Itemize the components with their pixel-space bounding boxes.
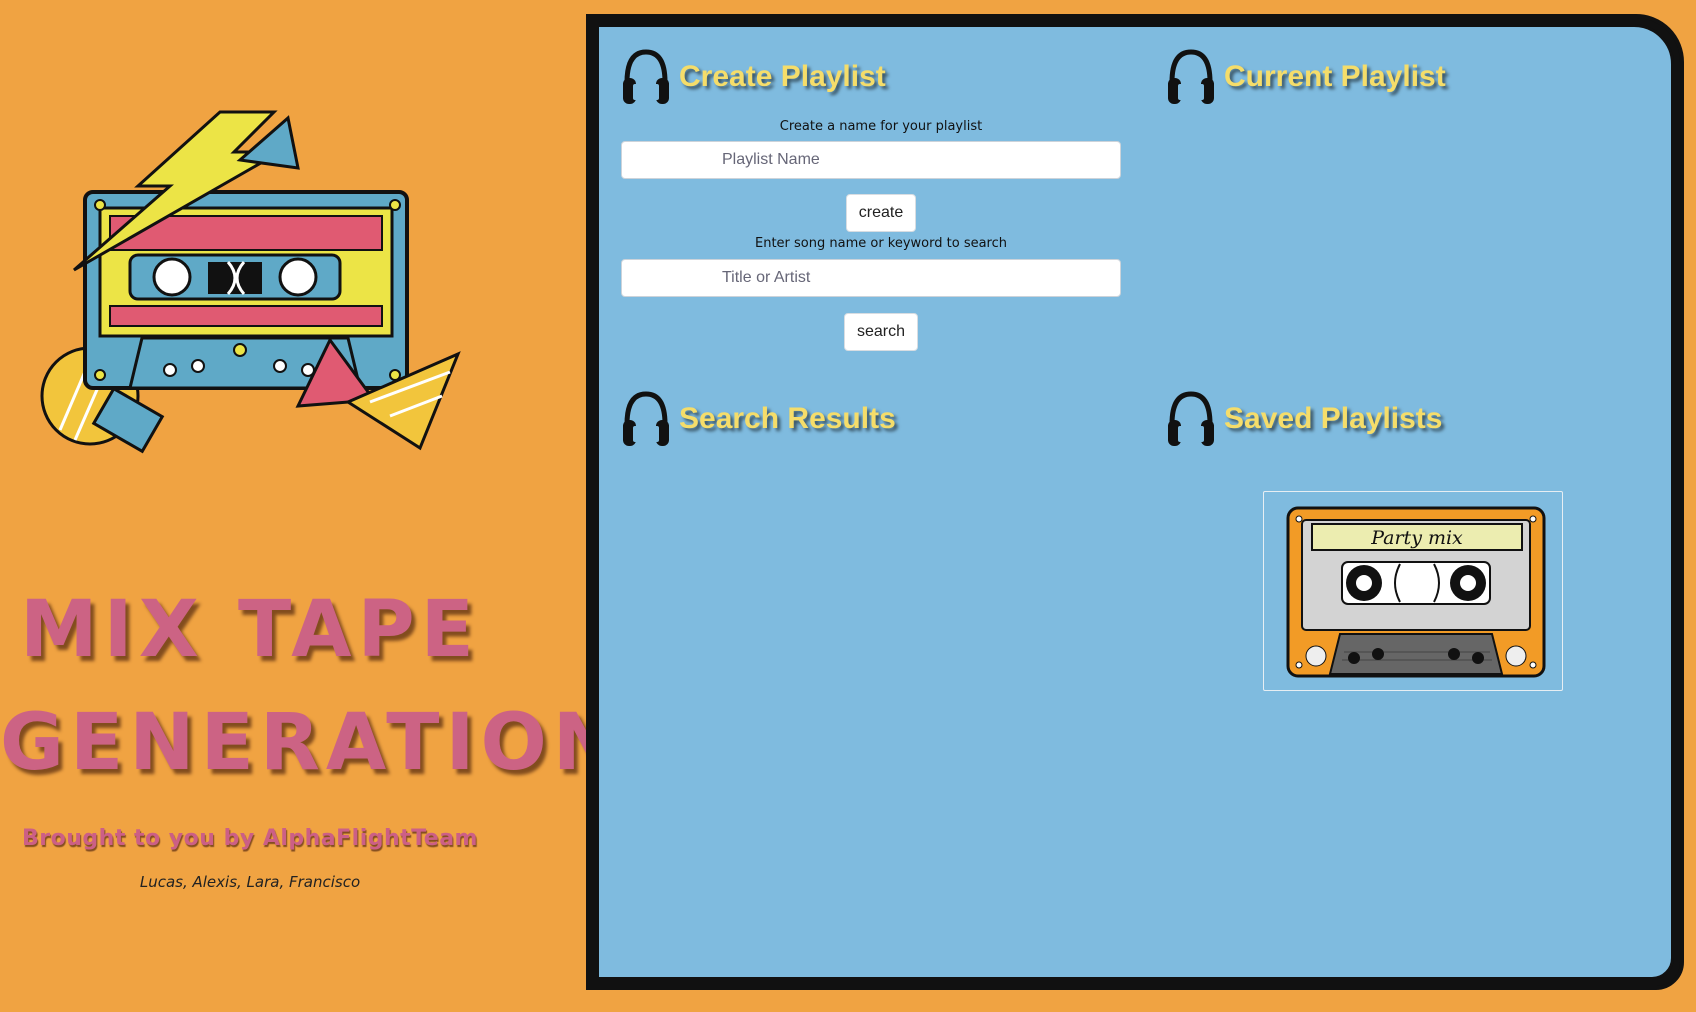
saved-playlist-card[interactable]: Party mix <box>1263 491 1563 691</box>
song-search-input[interactable] <box>621 259 1121 297</box>
headphones-icon <box>623 49 669 104</box>
search-results-section: Search Results <box>621 387 1141 451</box>
headphones-icon <box>623 391 669 446</box>
create-playlist-section: Create Playlist Create a name for your p… <box>621 45 1141 351</box>
search-button[interactable]: search <box>843 313 919 351</box>
cassette-tape-illustration <box>40 110 461 454</box>
current-playlist-section: Current Playlist <box>1166 45 1666 109</box>
search-results-heading: Search Results <box>679 402 896 435</box>
branding-column: MIX TAPE GENERATION Brought to you by Al… <box>0 0 625 1012</box>
team-credits: Lucas, Alexis, Lara, Francisco <box>139 873 361 891</box>
main-panel-content: Create Playlist Create a name for your p… <box>596 24 1674 980</box>
saved-playlists-header: Saved Playlists <box>1166 387 1666 451</box>
headphones-icon <box>1168 391 1214 446</box>
saved-playlist-label: Party mix <box>1370 527 1463 549</box>
song-search-label: Enter song name or keyword to search <box>754 236 1007 251</box>
byline: Brought to you by AlphaFlightTeam <box>22 826 478 851</box>
saved-playlists-heading: Saved Playlists <box>1224 402 1443 435</box>
cassette-tape-icon: Party mix <box>1286 506 1546 678</box>
saved-playlists-section: Saved Playlists Party mix <box>1166 387 1666 691</box>
current-playlist-header: Current Playlist <box>1166 45 1666 109</box>
create-playlist-heading: Create Playlist <box>679 60 886 93</box>
app-title-line2: GENERATION <box>0 698 625 788</box>
create-button[interactable]: create <box>845 194 917 232</box>
create-playlist-header: Create Playlist <box>621 45 1141 109</box>
app-title-line1: MIX TAPE <box>20 585 480 675</box>
headphones-icon <box>1168 49 1214 104</box>
main-panel: Create Playlist Create a name for your p… <box>586 14 1684 990</box>
search-results-header: Search Results <box>621 387 1141 451</box>
playlist-name-label: Create a name for your playlist <box>779 119 983 134</box>
current-playlist-heading: Current Playlist <box>1224 60 1446 93</box>
playlist-name-input[interactable] <box>621 141 1121 179</box>
